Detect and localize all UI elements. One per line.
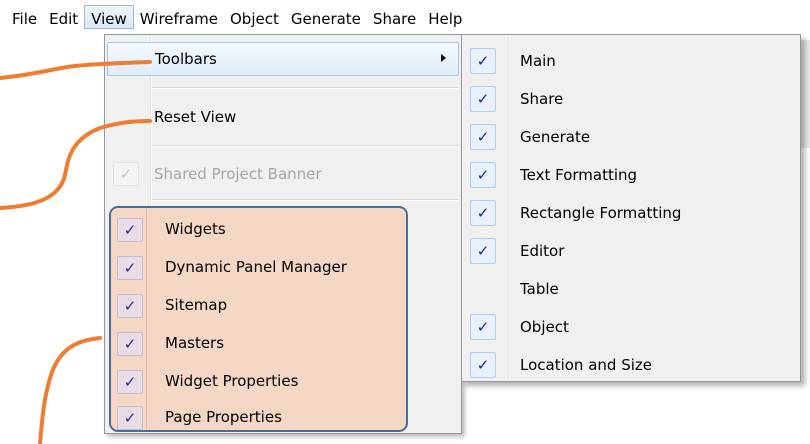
submenu-item-label: Main bbox=[520, 52, 556, 70]
menu-view[interactable]: View bbox=[84, 5, 134, 29]
submenu-item-generate[interactable]: ✓ Generate bbox=[464, 118, 798, 156]
submenu-item-text-formatting[interactable]: ✓ Text Formatting bbox=[464, 156, 798, 194]
check-icon: ✓ bbox=[470, 200, 496, 226]
menu-item-widgets[interactable]: ✓ Widgets bbox=[109, 211, 408, 249]
submenu-item-label: Location and Size bbox=[520, 356, 652, 374]
menu-share[interactable]: Share bbox=[367, 5, 422, 29]
menu-item-dynamic-panel-manager[interactable]: ✓ Dynamic Panel Manager bbox=[109, 249, 408, 287]
callout-line-panes bbox=[38, 336, 102, 444]
menu-separator bbox=[152, 87, 458, 89]
check-icon: ✓ bbox=[117, 370, 143, 394]
check-icon: ✓ bbox=[117, 256, 143, 280]
submenu-item-label: Object bbox=[520, 318, 569, 336]
menu-file[interactable]: File bbox=[6, 5, 43, 29]
menu-item-page-properties[interactable]: ✓ Page Properties bbox=[109, 399, 408, 437]
submenu-item-table[interactable]: Table bbox=[464, 270, 798, 308]
submenu-item-label: Editor bbox=[520, 242, 565, 260]
menu-item-masters[interactable]: ✓ Masters bbox=[109, 325, 408, 363]
submenu-item-label: Text Formatting bbox=[520, 166, 638, 184]
check-icon: ✓ bbox=[117, 218, 143, 242]
menu-object[interactable]: Object bbox=[224, 5, 285, 29]
menu-item-shared-project-banner: ✓ Shared Project Banner bbox=[107, 158, 459, 192]
menu-item-label: Widget Properties bbox=[165, 372, 299, 390]
menu-edit[interactable]: Edit bbox=[43, 5, 84, 29]
menu-separator bbox=[152, 145, 458, 147]
menu-wireframe[interactable]: Wireframe bbox=[134, 5, 224, 29]
menu-item-widget-properties[interactable]: ✓ Widget Properties bbox=[109, 363, 408, 401]
check-icon: ✓ bbox=[113, 162, 139, 186]
check-icon: ✓ bbox=[470, 238, 496, 264]
check-icon: ✓ bbox=[470, 352, 496, 378]
submenu-item-object[interactable]: ✓ Object bbox=[464, 308, 798, 346]
menu-item-label: Widgets bbox=[165, 220, 226, 238]
menu-generate[interactable]: Generate bbox=[285, 5, 367, 29]
submenu-item-editor[interactable]: ✓ Editor bbox=[464, 232, 798, 270]
submenu-item-share[interactable]: ✓ Share bbox=[464, 80, 798, 118]
submenu-item-label: Generate bbox=[520, 128, 591, 146]
menu-item-reset-view[interactable]: Reset View bbox=[107, 101, 459, 135]
menu-item-label: Shared Project Banner bbox=[154, 165, 322, 183]
check-icon: ✓ bbox=[470, 124, 496, 150]
menu-item-label: Toolbars bbox=[155, 50, 217, 68]
submenu-item-rectangle-formatting[interactable]: ✓ Rectangle Formatting bbox=[464, 194, 798, 232]
menu-item-label: Page Properties bbox=[165, 408, 282, 426]
toolbar-remnant bbox=[801, 40, 810, 148]
check-icon: ✓ bbox=[117, 294, 143, 318]
check-icon: ✓ bbox=[470, 48, 496, 74]
submenu-item-label: Rectangle Formatting bbox=[520, 204, 682, 222]
toolbars-submenu: ✓ Main ✓ Share ✓ Generate ✓ Text Formatt… bbox=[461, 34, 801, 382]
menu-item-toolbars[interactable]: Toolbars bbox=[107, 42, 459, 76]
menu-help[interactable]: Help bbox=[422, 5, 468, 29]
menu-item-label: Sitemap bbox=[165, 296, 228, 314]
submenu-item-label: Table bbox=[520, 280, 559, 298]
check-icon: ✓ bbox=[470, 86, 496, 112]
submenu-item-main[interactable]: ✓ Main bbox=[464, 42, 798, 80]
submenu-arrow-icon bbox=[441, 54, 446, 62]
menu-item-label: Dynamic Panel Manager bbox=[165, 258, 347, 276]
check-icon: ✓ bbox=[117, 406, 143, 430]
menu-item-label: Masters bbox=[165, 334, 225, 352]
check-icon: ✓ bbox=[470, 314, 496, 340]
submenu-item-location-and-size[interactable]: ✓ Location and Size bbox=[464, 346, 798, 384]
menu-separator bbox=[152, 199, 458, 201]
check-icon: ✓ bbox=[117, 332, 143, 356]
submenu-item-label: Share bbox=[520, 90, 564, 108]
menu-bar: File Edit View Wireframe Object Generate… bbox=[0, 0, 810, 34]
check-icon: ✓ bbox=[470, 162, 496, 188]
menu-item-label: Reset View bbox=[154, 108, 237, 126]
menu-item-sitemap[interactable]: ✓ Sitemap bbox=[109, 287, 408, 325]
